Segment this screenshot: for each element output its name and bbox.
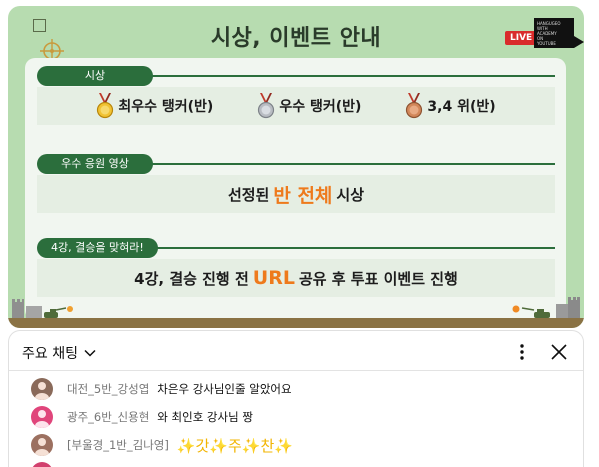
close-icon[interactable]: [549, 342, 569, 362]
chat-text: 차은우 강사님인줄 알았어요: [157, 382, 292, 396]
line-highlight: URL: [252, 267, 295, 289]
section-divider: [147, 163, 555, 165]
line-text-after: 공유 후 투표 이벤트 진행: [298, 269, 458, 288]
more-vert-icon[interactable]: [514, 343, 530, 361]
section-header: 4강, 결승을 맞혀라!: [37, 238, 555, 260]
chat-text: ✨갓✨주✨찬✨: [176, 436, 293, 455]
chat-author[interactable]: [부울경_1반_김나영]: [67, 437, 169, 453]
chat-mode-label: 주요 채팅: [22, 346, 78, 362]
chat-message: 대전_5반_강성엽 차은우 강사님인줄 알았어요: [31, 377, 292, 401]
live-chat-panel: 주요 채팅 대전_5반_강성엽 차은우 강사님인줄 알았어요 광주_6반_신용현…: [8, 330, 584, 467]
bronze-medal-icon: [406, 93, 423, 119]
line-text-before: 선정된: [227, 185, 270, 204]
section-divider: [147, 75, 555, 77]
award-silver: 우수 탱커(반): [257, 93, 361, 119]
award-gold: 최우수 탱커(반): [96, 93, 213, 119]
award-gold-label: 최우수 탱커(반): [118, 99, 214, 115]
prediction-event-line: 4강, 결승 진행 전 URL 공유 후 투표 이벤트 진행: [37, 259, 555, 297]
award-silver-label: 우수 탱커(반): [279, 99, 362, 115]
award-bronze-label: 3,4 위(반): [427, 99, 496, 115]
avatar[interactable]: [31, 406, 53, 428]
section-header: 시상: [37, 66, 555, 88]
info-panel: 시상 최우수 탱커(반) 우수 탱커(반) 3,4 위(반) 우수 응원 영상 …: [25, 58, 566, 320]
chat-author[interactable]: 광주_6반_신용현: [67, 409, 149, 425]
avatar[interactable]: [31, 434, 53, 456]
section-label: 우수 응원 영상: [37, 154, 153, 174]
castle-tank-scenery-left: [12, 299, 73, 320]
silver-medal-icon: [258, 93, 275, 119]
avatar[interactable]: [31, 462, 53, 467]
line-text-before: 4강, 결승 진행 전: [134, 269, 249, 288]
cheer-video-line: 선정된 반 전체 시상: [37, 175, 555, 213]
awards-row: 최우수 탱커(반) 우수 탱커(반) 3,4 위(반): [37, 87, 555, 125]
avatar[interactable]: [31, 378, 53, 400]
gold-medal-icon: [97, 93, 114, 119]
section-header: 우수 응원 영상: [37, 154, 555, 176]
chat-text: 와 최인호 강사님 짱: [157, 410, 253, 424]
ground-strip: [8, 318, 584, 328]
line-text-after: 시상: [336, 185, 365, 204]
section-label: 4강, 결승을 맞혀라!: [37, 238, 158, 258]
prediction-event-section: 4강, 결승을 맞혀라! 4강, 결승 진행 전 URL 공유 후 투표 이벤트…: [37, 238, 555, 297]
brand-logo: HANGUGEO WITH ACADEMY ON YOUTUBE: [534, 18, 584, 48]
castle-tank-scenery-right: [512, 297, 580, 320]
live-badge: LIVE: [505, 31, 538, 45]
chevron-down-icon: [84, 349, 96, 357]
section-label: 시상: [37, 66, 153, 86]
chat-message: [부울경_1반_김나영] ✨갓✨주✨찬✨: [31, 433, 293, 457]
section-divider: [147, 247, 555, 249]
cheer-video-section: 우수 응원 영상 선정된 반 전체 시상: [37, 154, 555, 213]
awards-section: 시상 최우수 탱커(반) 우수 탱커(반) 3,4 위(반): [37, 66, 555, 125]
chat-header: 주요 채팅: [9, 331, 583, 371]
award-bronze: 3,4 위(반): [405, 93, 496, 119]
line-highlight: 반 전체: [273, 184, 333, 207]
video-player[interactable]: 시상, 이벤트 안내 LIVE HANGUGEO WITH ACADEMY ON…: [8, 6, 584, 328]
chat-author[interactable]: 대전_5반_강성엽: [67, 381, 149, 397]
slide-title: 시상, 이벤트 안내: [210, 26, 382, 51]
brand-logo-text: HANGUGEO WITH ACADEMY ON YOUTUBE: [537, 21, 561, 46]
chat-message: [31, 461, 75, 467]
chat-mode-dropdown[interactable]: 주요 채팅: [22, 343, 96, 363]
chat-message: 광주_6반_신용현 와 최인호 강사님 짱: [31, 405, 253, 429]
live-stream-screen: 시상, 이벤트 안내 LIVE HANGUGEO WITH ACADEMY ON…: [0, 0, 599, 467]
